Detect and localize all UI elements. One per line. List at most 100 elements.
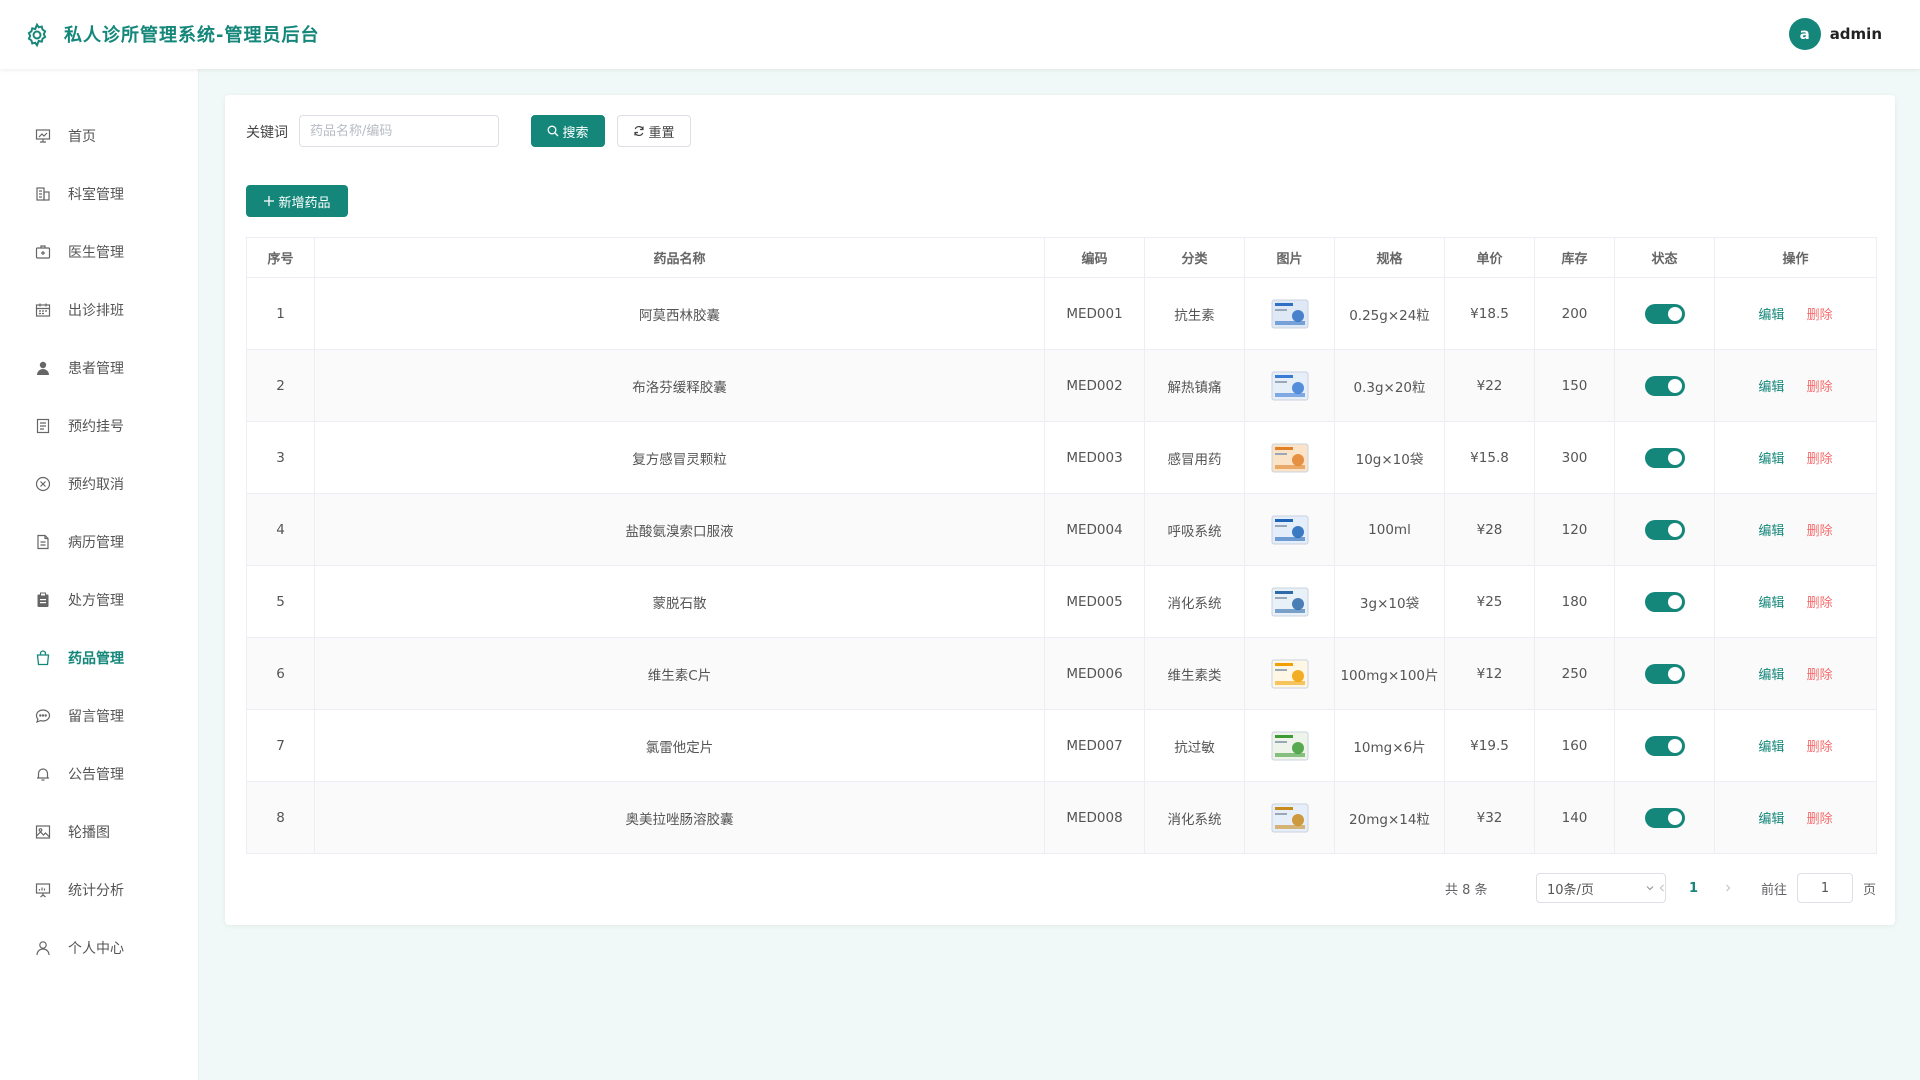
cell-actions: 编辑 删除 bbox=[1714, 781, 1877, 854]
status-toggle[interactable] bbox=[1644, 519, 1685, 540]
delete-link[interactable]: 删除 bbox=[1807, 524, 1833, 539]
edit-link[interactable]: 编辑 bbox=[1758, 308, 1784, 323]
sidebar-item-label: 统计分析 bbox=[68, 883, 124, 899]
total-count: 共 8 条 bbox=[1445, 882, 1488, 898]
status-toggle[interactable] bbox=[1644, 447, 1685, 468]
cell-index: 5 bbox=[246, 565, 315, 638]
delete-link[interactable]: 删除 bbox=[1807, 740, 1833, 755]
status-toggle[interactable] bbox=[1644, 807, 1685, 828]
user-menu[interactable]: a admin bbox=[1788, 18, 1882, 50]
cell-image bbox=[1244, 709, 1335, 782]
medicine-thumbnail-icon bbox=[1271, 587, 1308, 616]
sidebar-item-label: 处方管理 bbox=[68, 593, 124, 609]
sidebar-item-notices[interactable]: 公告管理 bbox=[0, 754, 199, 794]
sidebar-item-messages[interactable]: 留言管理 bbox=[0, 696, 199, 736]
delete-link[interactable]: 删除 bbox=[1807, 308, 1833, 323]
sidebar-item-departments[interactable]: 科室管理 bbox=[0, 174, 199, 214]
presentation-icon bbox=[34, 881, 52, 899]
cell-category: 维生素类 bbox=[1144, 637, 1245, 710]
cell-category: 呼吸系统 bbox=[1144, 493, 1245, 566]
first-aid-kit-icon bbox=[34, 243, 52, 261]
sidebar-item-schedule[interactable]: 出诊排班 bbox=[0, 290, 199, 330]
cell-price: ¥15.8 bbox=[1444, 421, 1535, 494]
cell-index: 7 bbox=[246, 709, 315, 782]
delete-link[interactable]: 删除 bbox=[1807, 380, 1833, 395]
edit-link[interactable]: 编辑 bbox=[1758, 812, 1784, 827]
cell-actions: 编辑 删除 bbox=[1714, 421, 1877, 494]
sidebar-item-statistics[interactable]: 统计分析 bbox=[0, 870, 199, 910]
edit-link[interactable]: 编辑 bbox=[1758, 524, 1784, 539]
avatar[interactable]: a bbox=[1788, 18, 1821, 50]
bell-icon bbox=[34, 765, 52, 783]
building-icon bbox=[34, 185, 52, 203]
delete-link[interactable]: 删除 bbox=[1807, 452, 1833, 467]
table-row: 8 奥美拉唑肠溶胶囊 MED008 消化系统 20mg×14粒 ¥32 140 … bbox=[246, 781, 1877, 854]
prev-page-button[interactable] bbox=[1657, 873, 1667, 903]
sidebar-item-label: 公告管理 bbox=[68, 767, 124, 783]
edit-link[interactable]: 编辑 bbox=[1758, 740, 1784, 755]
username[interactable]: admin bbox=[1830, 25, 1882, 43]
status-toggle[interactable] bbox=[1644, 591, 1685, 612]
sidebar-item-profile[interactable]: 个人中心 bbox=[0, 928, 199, 968]
sidebar-item-prescriptions[interactable]: 处方管理 bbox=[0, 580, 199, 620]
sidebar-item-patients[interactable]: 患者管理 bbox=[0, 348, 199, 388]
sidebar-item-home[interactable]: 首页 bbox=[0, 116, 199, 156]
col-header-price: 单价 bbox=[1444, 237, 1535, 278]
cell-stock: 140 bbox=[1534, 781, 1615, 854]
cell-code: MED002 bbox=[1044, 349, 1145, 422]
document-list-icon bbox=[34, 417, 52, 435]
cell-stock: 180 bbox=[1534, 565, 1615, 638]
search-icon bbox=[548, 125, 559, 137]
monitor-chart-icon bbox=[34, 127, 52, 145]
delete-link[interactable]: 删除 bbox=[1807, 812, 1833, 827]
cell-price: ¥28 bbox=[1444, 493, 1535, 566]
cell-actions: 编辑 删除 bbox=[1714, 709, 1877, 782]
sidebar-item-label: 个人中心 bbox=[68, 941, 124, 957]
cell-code: MED003 bbox=[1044, 421, 1145, 494]
sidebar-item-doctors[interactable]: 医生管理 bbox=[0, 232, 199, 272]
cell-name: 蒙脱石散 bbox=[314, 565, 1045, 638]
user-filled-icon bbox=[34, 359, 52, 377]
search-button[interactable]: 搜索 bbox=[531, 115, 605, 147]
add-medicine-button[interactable]: 新增药品 bbox=[246, 185, 348, 217]
sidebar-item-records[interactable]: 病历管理 bbox=[0, 522, 199, 562]
status-toggle[interactable] bbox=[1644, 375, 1685, 396]
edit-link[interactable]: 编辑 bbox=[1758, 668, 1784, 683]
edit-link[interactable]: 编辑 bbox=[1758, 380, 1784, 395]
reset-button[interactable]: 重置 bbox=[617, 115, 691, 147]
cell-image bbox=[1244, 349, 1335, 422]
page-number-current[interactable]: 1 bbox=[1689, 873, 1698, 903]
table-row: 3 复方感冒灵颗粒 MED003 感冒用药 10g×10袋 ¥15.8 300 … bbox=[246, 421, 1877, 494]
cell-name: 维生素C片 bbox=[314, 637, 1045, 710]
status-toggle[interactable] bbox=[1644, 735, 1685, 756]
page-size-select[interactable]: 10条/页 bbox=[1536, 873, 1666, 903]
cell-code: MED007 bbox=[1044, 709, 1145, 782]
cell-stock: 160 bbox=[1534, 709, 1615, 782]
cell-image bbox=[1244, 637, 1335, 710]
sidebar-item-cancellations[interactable]: 预约取消 bbox=[0, 464, 199, 504]
goto-page-input[interactable]: 1 bbox=[1797, 873, 1853, 903]
next-page-button[interactable] bbox=[1723, 873, 1733, 903]
status-toggle[interactable] bbox=[1644, 663, 1685, 684]
reset-button-label: 重置 bbox=[648, 125, 675, 141]
sidebar-item-appointments[interactable]: 预约挂号 bbox=[0, 406, 199, 446]
table-row: 2 布洛芬缓释胶囊 MED002 解热镇痛 0.3g×20粒 ¥22 150 编… bbox=[246, 349, 1877, 422]
picture-icon bbox=[34, 823, 52, 841]
delete-link[interactable]: 删除 bbox=[1807, 668, 1833, 683]
cell-status bbox=[1614, 277, 1715, 350]
medicine-table: 序号 药品名称 编码 分类 图片 规格 单价 库存 状态 操作 1 阿莫西林胶囊… bbox=[246, 237, 1877, 854]
cell-index: 4 bbox=[246, 493, 315, 566]
keyword-search-input[interactable] bbox=[299, 115, 499, 147]
cell-price: ¥25 bbox=[1444, 565, 1535, 638]
delete-link[interactable]: 删除 bbox=[1807, 596, 1833, 611]
cell-name: 阿莫西林胶囊 bbox=[314, 277, 1045, 350]
status-toggle[interactable] bbox=[1644, 303, 1685, 324]
sidebar-item-carousel[interactable]: 轮播图 bbox=[0, 812, 199, 852]
col-header-spec: 规格 bbox=[1334, 237, 1445, 278]
sidebar-item-medicines[interactable]: 药品管理 bbox=[0, 638, 199, 678]
cell-status bbox=[1614, 565, 1715, 638]
keyword-label: 关键词 bbox=[246, 125, 288, 141]
plus-icon bbox=[264, 196, 275, 206]
edit-link[interactable]: 编辑 bbox=[1758, 452, 1784, 467]
edit-link[interactable]: 编辑 bbox=[1758, 596, 1784, 611]
